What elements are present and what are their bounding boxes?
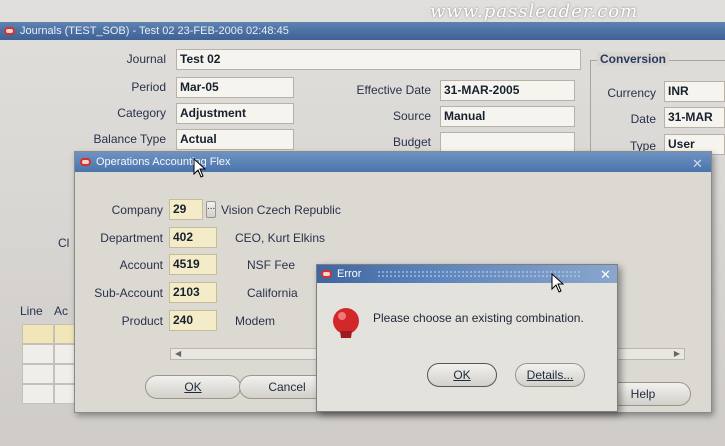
- sub-account-description: California: [247, 286, 298, 300]
- flex-cancel-label: Cancel: [268, 380, 306, 394]
- grid-cell[interactable]: [54, 324, 76, 344]
- error-details-button[interactable]: Details...: [515, 363, 585, 387]
- grid-cell[interactable]: [54, 344, 76, 364]
- budget-field[interactable]: [440, 132, 575, 153]
- period-field[interactable]: Mar-05: [176, 77, 294, 98]
- company-label: Company: [111, 203, 163, 217]
- period-label: Period: [131, 80, 166, 94]
- stop-icon: [333, 308, 359, 338]
- grid-cell[interactable]: [54, 364, 76, 384]
- window-title: Journals (TEST_SOB) - Test 02 23-FEB-200…: [20, 25, 289, 37]
- sub-account-label: Sub-Account: [94, 286, 163, 300]
- grid-cell[interactable]: [54, 384, 76, 404]
- ac-column-header: Ac: [54, 304, 69, 318]
- grid-cell[interactable]: [22, 344, 54, 364]
- flex-ok-label: OK: [184, 380, 202, 394]
- error-dialog: Error ✕ Please choose an existing combin…: [316, 264, 618, 412]
- error-dialog-title: Error: [337, 268, 362, 280]
- journal-label: Journal: [126, 52, 166, 66]
- close-icon[interactable]: ✕: [600, 266, 611, 284]
- department-label: Department: [100, 231, 163, 245]
- currency-field[interactable]: INR: [664, 81, 725, 102]
- department-description: CEO, Kurt Elkins: [235, 231, 326, 245]
- sub-account-field[interactable]: 2103: [169, 282, 217, 303]
- source-field[interactable]: Manual: [440, 106, 575, 127]
- category-label: Category: [117, 106, 166, 120]
- product-description: Modem: [235, 314, 276, 328]
- category-field[interactable]: Adjustment: [176, 103, 294, 124]
- close-icon[interactable]: ✕: [692, 154, 703, 174]
- scroll-right-icon[interactable]: ▶: [674, 349, 680, 359]
- line-column-header: Line: [20, 304, 43, 318]
- grid-cell[interactable]: [22, 384, 54, 404]
- currency-label: Currency: [607, 86, 656, 100]
- grid-cell[interactable]: [22, 324, 54, 344]
- flex-help-label: Help: [630, 387, 656, 401]
- error-details-label: Details...: [526, 368, 574, 382]
- error-ok-label: OK: [453, 368, 471, 382]
- effective-date-label: Effective Date: [356, 83, 431, 97]
- conversion-date-field[interactable]: 31-MAR: [664, 107, 725, 128]
- balance-type-field[interactable]: Actual: [176, 129, 294, 150]
- journals-title-bar: Journals (TEST_SOB) - Test 02 23-FEB-200…: [0, 22, 725, 40]
- company-lov-button[interactable]: ...: [206, 201, 216, 218]
- flex-dialog-title: Operations Accounting Flex: [96, 156, 231, 168]
- account-label: Account: [119, 258, 163, 272]
- budget-label: Budget: [392, 135, 431, 149]
- conversion-title: Conversion: [597, 52, 670, 66]
- department-field[interactable]: 402: [169, 227, 217, 248]
- flex-dialog-title-bar: Operations Accounting Flex ✕: [75, 152, 711, 172]
- watermark: www.passleader.com: [430, 1, 639, 22]
- conversion-date-label: Date: [630, 112, 656, 126]
- flex-ok-button[interactable]: OK: [145, 375, 241, 399]
- error-dialog-title-bar: Error ✕: [317, 265, 617, 283]
- error-ok-button[interactable]: OK: [427, 363, 497, 387]
- account-field[interactable]: 4519: [169, 254, 217, 275]
- company-description: Vision Czech Republic: [221, 203, 341, 217]
- cl-label: Cl: [58, 236, 70, 250]
- effective-date-field[interactable]: 31-MAR-2005: [440, 80, 575, 101]
- oracle-icon: [321, 270, 332, 278]
- oracle-icon: [80, 158, 91, 166]
- product-field[interactable]: 240: [169, 310, 217, 331]
- scroll-left-icon[interactable]: ◀: [175, 349, 181, 359]
- journal-field[interactable]: Test 02: [176, 49, 581, 70]
- error-message: Please choose an existing combination.: [373, 311, 584, 325]
- source-label: Source: [392, 109, 431, 123]
- mouse-cursor-icon: [551, 273, 565, 293]
- balance-type-label: Balance Type: [93, 132, 167, 146]
- account-description: NSF Fee: [247, 258, 296, 272]
- product-label: Product: [121, 314, 163, 328]
- company-field[interactable]: 29: [169, 199, 203, 220]
- grid-cell[interactable]: [22, 364, 54, 384]
- oracle-icon: [4, 27, 15, 35]
- mouse-cursor-icon: [193, 158, 207, 178]
